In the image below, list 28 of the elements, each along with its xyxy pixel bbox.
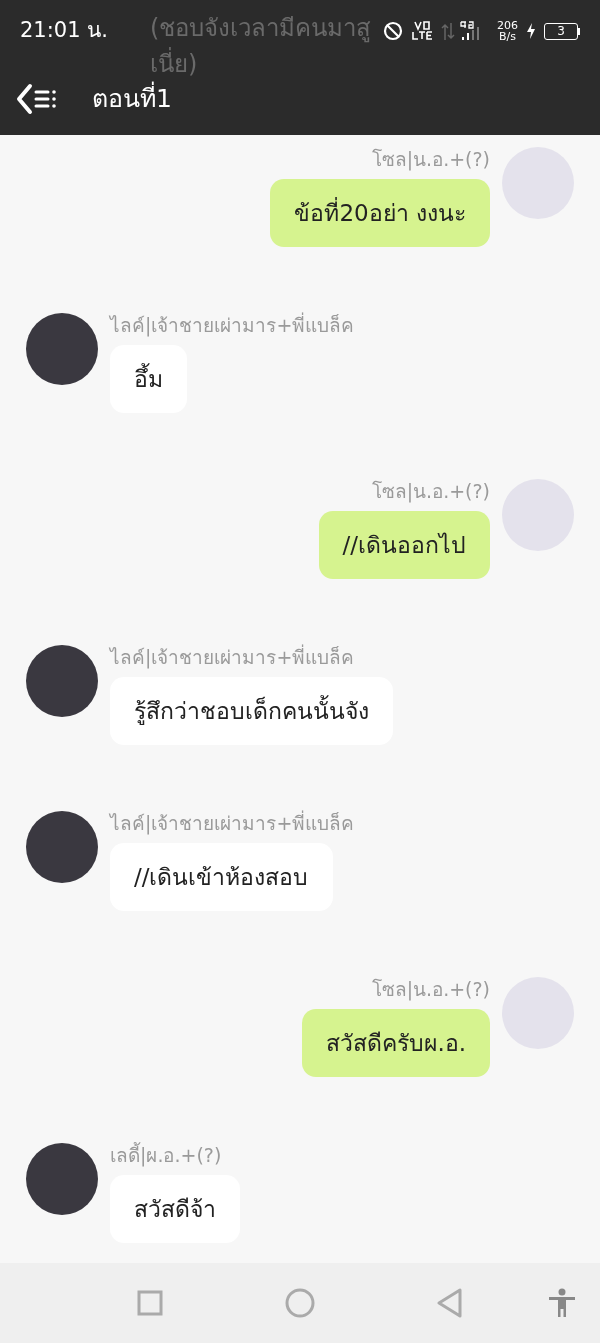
home-button[interactable] bbox=[285, 1288, 315, 1318]
message-bubble: ข้อที่20อย่า งงนะ bbox=[270, 179, 490, 247]
sender-name: โซล|น.อ.+(?) bbox=[371, 147, 490, 171]
network-speed: 206 bbox=[497, 20, 518, 31]
message-bubble: รู้สึกว่าชอบเด็กคนนั้นจัง bbox=[110, 677, 393, 745]
message-bubble: สวัสดีครับผ.อ. bbox=[302, 1009, 490, 1077]
message-bubble: สวัสดีจ้า bbox=[110, 1175, 240, 1243]
chat-title: ตอนที่1 bbox=[92, 80, 172, 115]
sender-name: โซล|น.อ.+(?) bbox=[371, 977, 490, 1001]
faded-overlay-text: (ชอบจังเวลามีคนมาสู bbox=[150, 13, 372, 45]
sender-name: ไลค์|เจ้าชายเผ่ามาร+พี่แบล็ค bbox=[110, 645, 355, 669]
recents-button[interactable] bbox=[137, 1290, 163, 1316]
accessibility-icon[interactable] bbox=[548, 1288, 576, 1318]
message-bubble: //เดินเข้าห้องสอบ bbox=[110, 843, 333, 911]
do-not-disturb-icon bbox=[383, 21, 403, 41]
sender-name: โซล|น.อ.+(?) bbox=[371, 479, 490, 503]
sender-name: ไลค์|เจ้าชายเผ่ามาร+พี่แบล็ค bbox=[110, 811, 355, 835]
message-bubble: //เดินออกไป bbox=[318, 511, 490, 579]
sender-name: เลดี้|ผ.อ.+(?) bbox=[110, 1143, 222, 1167]
back-button[interactable] bbox=[437, 1288, 463, 1318]
message-bubble: อึ้ม bbox=[110, 345, 187, 413]
charging-icon bbox=[526, 23, 536, 39]
status-time: 21:01 น. bbox=[20, 17, 108, 45]
battery-icon: 3 bbox=[544, 22, 580, 40]
sender-name: ไลค์|เจ้าชายเผ่ามาร+พี่แบล็ค bbox=[110, 313, 355, 337]
network-speed-unit: B/s bbox=[499, 31, 516, 42]
volte-icon bbox=[411, 20, 433, 42]
faded-overlay-text: เนี่ย) bbox=[150, 46, 372, 82]
